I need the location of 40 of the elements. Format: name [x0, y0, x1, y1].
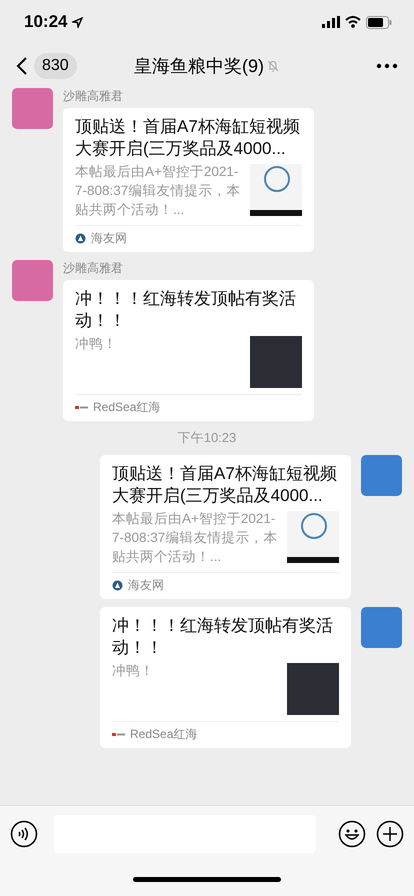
link-description: 本帖最后由A+智控于2021-7-808:37编辑友情提示，本贴共两个活动！... [75, 163, 242, 219]
source-logo-icon [112, 580, 123, 591]
link-title: 冲！！！红海转发顶帖有奖活动！！ [112, 615, 334, 659]
sender-name: 沙雕高雅君 [63, 88, 124, 105]
thumbnail-placeholder [287, 511, 339, 563]
status-time: 10:24 [24, 12, 68, 32]
add-icon[interactable] [376, 820, 404, 848]
link-title: 顶贴送！首届A7杯海缸短视频大赛开启(三万奖品及4000... [112, 463, 338, 507]
battery-icon [366, 16, 392, 28]
source-name: 海友网 [128, 577, 164, 594]
voice-icon[interactable] [10, 820, 38, 848]
source-name: 海友网 [91, 230, 127, 247]
thumbnail-placeholder [250, 336, 302, 388]
link-title: 顶贴送！首届A7杯海缸短视频大赛开启(三万奖品及4000... [75, 116, 301, 160]
signal-icon [322, 16, 340, 28]
source-logo-icon [112, 732, 125, 737]
source-name: RedSea红海 [130, 726, 198, 743]
link-title: 冲！！！红海转发顶帖有奖活动！！ [75, 288, 297, 332]
link-description: 本帖最后由A+智控于2021-7-808:37编辑友情提示，本贴共两个活动！... [112, 510, 278, 566]
thumbnail-placeholder [250, 164, 302, 216]
timestamp: 下午10:23 [178, 429, 236, 447]
link-card[interactable]: 冲！！！红海转发顶帖有奖活动！！ 冲鸭！ RedSea红海 [63, 280, 314, 421]
home-indicator[interactable] [133, 876, 281, 882]
link-card[interactable]: 冲！！！红海转发顶帖有奖活动！！ 冲鸭！ RedSea红海 [100, 607, 351, 748]
location-arrow-icon [72, 16, 84, 28]
more-icon[interactable] [376, 63, 398, 69]
wifi-icon [345, 16, 361, 28]
unread-count-badge[interactable]: 830 [34, 53, 77, 79]
thumbnail-placeholder [287, 663, 339, 715]
sender-name: 沙雕高雅君 [63, 260, 124, 277]
source-logo-icon [75, 405, 88, 410]
emoji-icon[interactable] [338, 820, 366, 848]
link-description: 冲鸭！ [75, 335, 118, 353]
link-card[interactable]: 顶贴送！首届A7杯海缸短视频大赛开启(三万奖品及4000... 本帖最后由A+智控于2021-7-808:37编辑友情提示，本贴共两个活动！... 海友网 [63, 108, 314, 252]
source-name: RedSea红海 [93, 399, 160, 416]
link-description: 冲鸭！ [112, 662, 155, 680]
chat-title: 皇海鱼粮中奖(9) [134, 55, 264, 78]
back-icon[interactable] [16, 56, 28, 76]
link-card[interactable]: 顶贴送！首届A7杯海缸短视频大赛开启(三万奖品及4000... 本帖最后由A+智控于2021-7-808:37编辑友情提示，本贴共两个活动！... 海友网 [100, 455, 351, 599]
source-logo-icon [75, 233, 86, 244]
